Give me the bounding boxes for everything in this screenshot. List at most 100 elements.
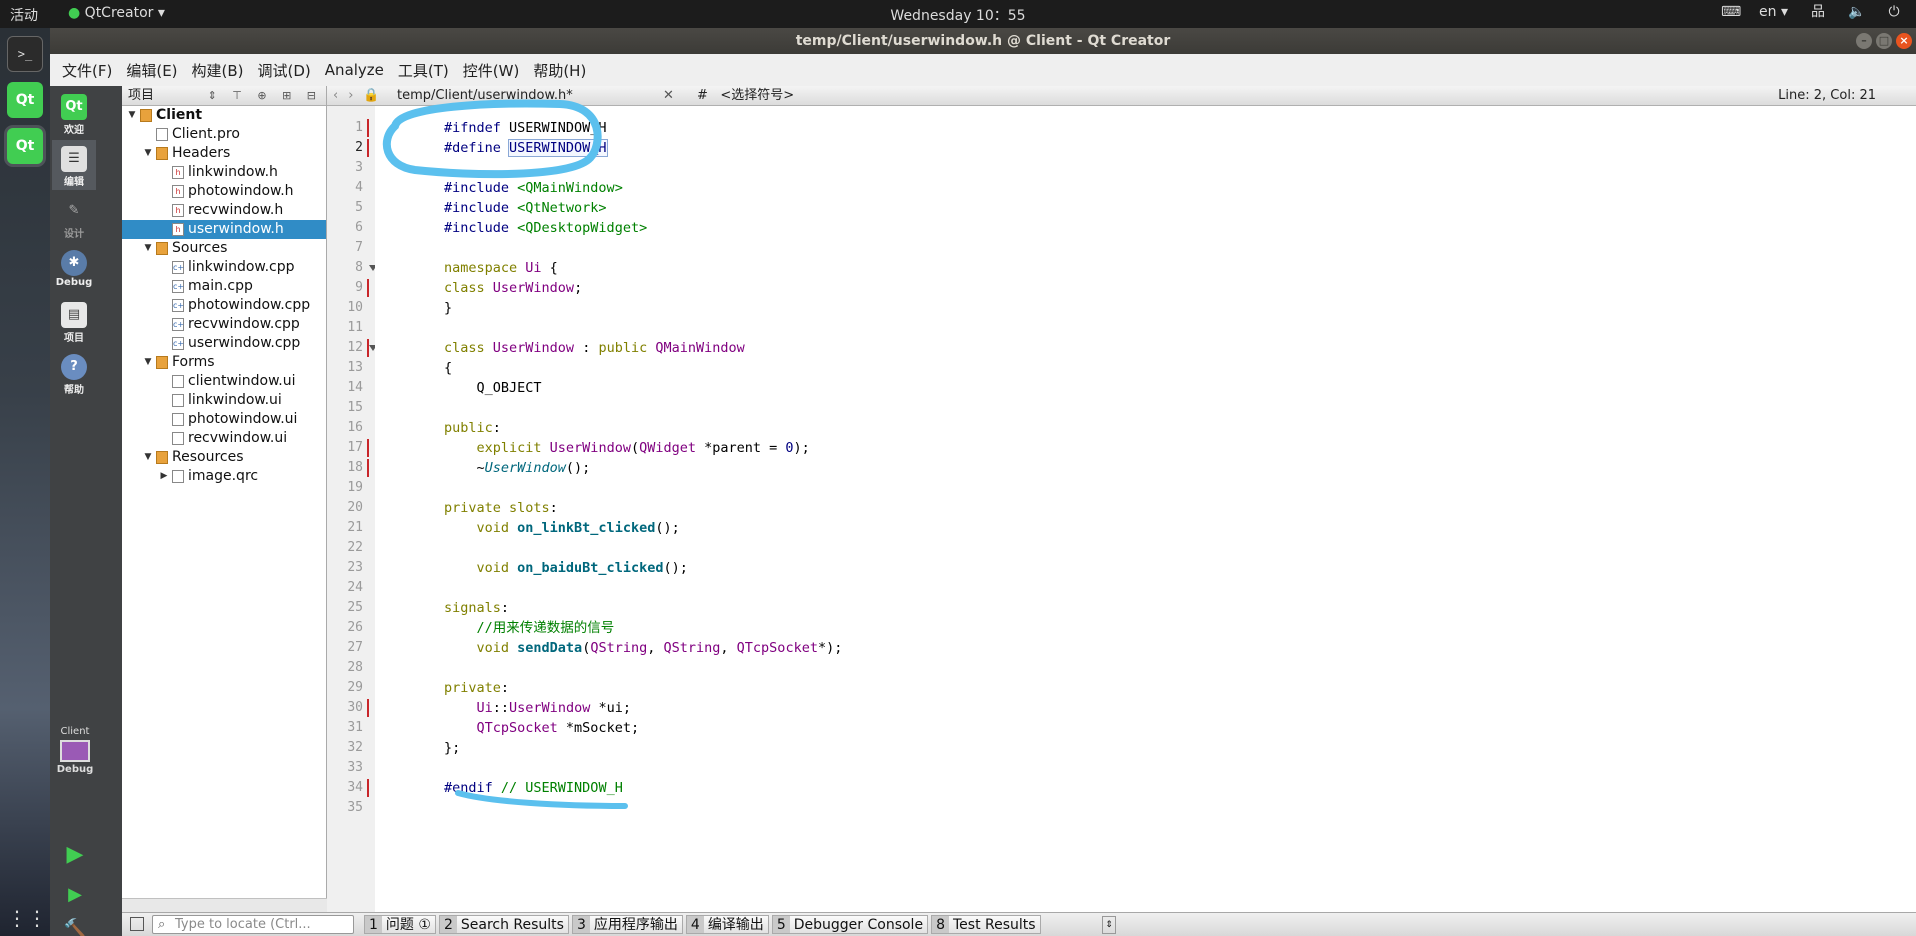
output-tab[interactable]: 1 问题 ① <box>364 915 436 934</box>
kit-selector[interactable]: Client Debug <box>52 726 98 796</box>
minimize-icon[interactable]: – <box>1856 33 1872 49</box>
mode-design[interactable]: ✎ 设计 <box>52 192 96 242</box>
qt-creator-dock-icon[interactable]: Qt <box>7 128 43 164</box>
mode-edit[interactable]: ☰ 编辑 <box>52 140 96 190</box>
tree-item[interactable]: h recvwindow.h <box>122 201 326 220</box>
code-line: public: <box>444 420 501 436</box>
chevron-down-icon[interactable]: ▼ <box>142 144 154 163</box>
tree-item-label: Client.pro <box>172 126 240 142</box>
tree-item[interactable]: ▼ Sources <box>122 239 326 258</box>
menu-edit[interactable]: 编辑(E) <box>126 58 177 83</box>
build-hammer-icon[interactable]: 🔨 <box>62 916 88 936</box>
menu-analyze[interactable]: Analyze <box>325 59 384 81</box>
modified-line-marker <box>367 439 369 457</box>
volume-icon[interactable]: 🔈 <box>1848 4 1865 20</box>
window-titlebar[interactable]: temp/Client/userwindow.h @ Client - Qt C… <box>50 28 1916 54</box>
menu-file[interactable]: 文件(F) <box>62 58 112 83</box>
code-line: #endif // USERWINDOW_H <box>444 780 623 796</box>
tree-item[interactable]: linkwindow.ui <box>122 391 326 410</box>
code-line: class UserWindow : public QMainWindow <box>444 340 745 356</box>
project-view-selector[interactable]: 项目 <box>128 88 154 103</box>
mode-welcome[interactable]: Qt 欢迎 <box>52 88 96 138</box>
menu-debug[interactable]: 调试(D) <box>258 58 311 83</box>
tree-item[interactable]: ▼ Forms <box>122 353 326 372</box>
show-applications-icon[interactable]: ⋮⋮⋮ <box>7 900 67 936</box>
pro-file-icon <box>172 470 184 483</box>
locator-input[interactable]: ⌕ Type to locate (Ctrl... <box>152 915 354 934</box>
network-icon[interactable]: 品 <box>1810 4 1826 20</box>
output-tab-number: 8 <box>932 916 949 933</box>
tree-item[interactable]: c+ userwindow.cpp <box>122 334 326 353</box>
tree-item[interactable]: ▼ Client <box>122 106 326 125</box>
qt-icon[interactable]: Qt <box>7 82 43 118</box>
output-pane-size-icon[interactable]: ⇕ <box>1102 916 1116 934</box>
keyboard-icon[interactable]: ⌨ <box>1721 4 1741 20</box>
chevron-down-icon[interactable]: ▼ <box>142 448 154 467</box>
modified-line-marker <box>367 139 369 157</box>
output-tab[interactable]: 2 Search Results <box>438 915 569 934</box>
chevron-down-icon[interactable]: ▼ <box>142 239 154 258</box>
maximize-icon[interactable]: □ <box>1876 33 1892 49</box>
menu-help[interactable]: 帮助(H) <box>533 58 586 83</box>
code-line: namespace Ui { <box>444 260 558 276</box>
top-panel: 活动 ● QtCreator ▾ Wednesday 10：55 ⌨ en ▾ … <box>0 0 1916 28</box>
tree-item[interactable]: ▼ Resources <box>122 448 326 467</box>
output-tab[interactable]: 5 Debugger Console <box>771 915 929 934</box>
run-icon[interactable]: ▶ <box>62 842 88 868</box>
output-tab[interactable]: 4 编译输出 <box>685 915 769 934</box>
tree-item[interactable]: c+ photowindow.cpp <box>122 296 326 315</box>
tree-item[interactable]: c+ linkwindow.cpp <box>122 258 326 277</box>
line-number-gutter: 1 2 3 4 5 6 7 8 9 10 11 12 13 14 15 16 17 18 19 20 21 22 23 24 2… <box>327 106 377 912</box>
language-indicator[interactable]: en ▾ <box>1759 4 1788 20</box>
tree-item[interactable]: photowindow.ui <box>122 410 326 429</box>
tree-item[interactable]: clientwindow.ui <box>122 372 326 391</box>
tree-item[interactable]: h userwindow.h <box>122 220 326 239</box>
output-tab[interactable]: 3 应用程序输出 <box>571 915 683 934</box>
tree-item[interactable]: c+ main.cpp <box>122 277 326 296</box>
close-document-icon[interactable]: ✕ <box>663 86 674 106</box>
project-pane-scrollbar[interactable] <box>122 898 327 912</box>
project-tree-pane: 项目 ⇕ ⊤ ⊕ ⊞ ⊟ ▼ Client Client.pro ▼ Headers h l… <box>122 86 327 912</box>
chevron-right-icon[interactable]: ▶ <box>158 467 170 486</box>
open-file-selector[interactable]: temp/Client/userwindow.h* <box>397 86 573 106</box>
mode-projects[interactable]: ▤ 项目 <box>52 296 96 346</box>
terminal-icon[interactable]: >_ <box>7 36 43 72</box>
clock[interactable]: Wednesday 10：55 <box>0 5 1916 25</box>
mode-help[interactable]: ? 帮助 <box>52 348 96 398</box>
symbol-selector[interactable]: # <选择符号> <box>697 86 794 106</box>
menu-tools[interactable]: 工具(T) <box>398 58 449 83</box>
tree-item[interactable]: recvwindow.ui <box>122 429 326 448</box>
folder-file-icon <box>156 147 168 160</box>
code-editor[interactable]: #ifndef USERWINDOW_H #define USERWINDOW_H… <box>375 106 1916 912</box>
tree-item[interactable]: Client.pro <box>122 125 326 144</box>
tree-item-label: userwindow.cpp <box>188 335 301 351</box>
toggle-sidebar-icon[interactable] <box>130 917 144 931</box>
menu-widgets[interactable]: 控件(W) <box>463 58 520 83</box>
output-tab[interactable]: 8 Test Results <box>931 915 1041 934</box>
search-icon: ⌕ <box>158 917 166 932</box>
line-number: 1 <box>355 120 363 135</box>
code-line: //用来传递数据的信号 <box>476 620 615 636</box>
help-icon: ? <box>61 354 87 380</box>
ui-file-icon <box>172 394 184 407</box>
power-icon[interactable]: ⏻ <box>1886 4 1902 20</box>
h-file-icon: h <box>172 185 184 198</box>
chevron-down-icon[interactable]: ▼ <box>126 106 138 125</box>
tree-item[interactable]: ▶ image.qrc <box>122 467 326 486</box>
tree-item[interactable]: h linkwindow.h <box>122 163 326 182</box>
cursor-position[interactable]: Line: 2, Col: 21 <box>1778 86 1876 106</box>
close-icon[interactable]: × <box>1896 33 1912 49</box>
menu-build[interactable]: 构建(B) <box>192 58 244 83</box>
tree-item[interactable]: c+ recvwindow.cpp <box>122 315 326 334</box>
chevron-down-icon[interactable]: ▼ <box>142 353 154 372</box>
nav-back-forward-icon[interactable]: ‹›🔒 <box>333 86 390 106</box>
tree-item[interactable]: ▼ Headers <box>122 144 326 163</box>
line-number: 34 <box>347 780 363 795</box>
line-number: 14 <box>347 380 363 395</box>
tree-item[interactable]: h photowindow.h <box>122 182 326 201</box>
pane-tools-icons[interactable]: ⇕ ⊤ ⊕ ⊞ ⊟ <box>208 86 322 106</box>
debug-run-icon[interactable]: ▶ <box>62 882 88 908</box>
bug-icon: ✱ <box>61 250 87 276</box>
cpp-file-icon: c+ <box>172 318 185 331</box>
mode-debug[interactable]: ✱ Debug <box>52 244 96 294</box>
